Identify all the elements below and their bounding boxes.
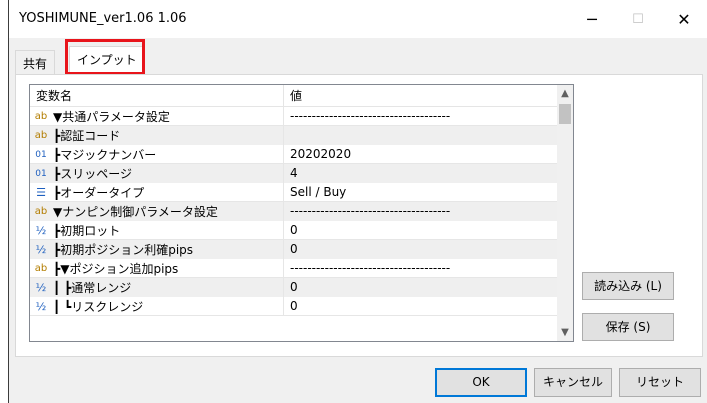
variable-name: ▼ナンピン制御パラメータ設定 [53,204,218,219]
double-type-icon: ½ [35,280,47,294]
title-bar: YOSHIMUNE_ver1.06 1.06 ─ ☐ ✕ [9,0,707,38]
row-value-cell[interactable]: 4 [284,164,558,183]
row-name-cell: ab ┣認証コード [30,126,284,145]
row-value-cell[interactable]: ------------------------------------- [284,107,558,126]
maximize-icon: ☐ [632,11,644,27]
variable-name: ┣▼ポジション追加pips [53,261,179,276]
variable-name: ┣初期ロット [53,223,121,238]
tab-shared[interactable]: 共有 [15,50,56,74]
minimize-icon: ─ [587,9,597,29]
input-tab-panel: 変数名 値 ab ▼共通パラメータ設定 ----------------------… [15,74,703,357]
integer-type-icon: 01 [35,168,47,179]
close-icon: ✕ [677,9,691,29]
row-name-cell: ½ ┃ ┗リスクレンジ [30,297,284,316]
variable-name: ▼共通パラメータ設定 [53,109,170,124]
table-row[interactable]: ab ┣認証コード [30,126,558,145]
row-name-cell: ☰ ┣オーダータイプ [30,183,284,202]
tab-input[interactable]: インプット [69,46,145,74]
row-value-cell[interactable]: ------------------------------------- [284,259,558,278]
column-header-name[interactable]: 変数名 [30,85,284,107]
scroll-up-icon[interactable]: ▲ [557,85,573,102]
integer-type-icon: 01 [35,149,47,160]
table-row[interactable]: ab ▼共通パラメータ設定 ----------------------------… [30,107,558,126]
column-header-value[interactable]: 値 [284,85,558,107]
dialog-window: YOSHIMUNE_ver1.06 1.06 ─ ☐ ✕ 共有 インプット 変数… [8,0,707,403]
text-type-icon: ab [34,110,48,122]
grid-rows: ab ▼共通パラメータ設定 ----------------------------… [30,107,558,316]
row-value-cell[interactable] [284,126,558,145]
row-name-cell: ½ ┣初期ロット [30,221,284,240]
parameter-grid: 変数名 値 ab ▼共通パラメータ設定 ----------------------… [29,84,574,342]
variable-name: ┣スリッページ [53,166,132,181]
grid-header: 変数名 値 [30,85,558,107]
table-row[interactable]: 01 ┣スリッページ 4 [30,164,558,183]
reset-button[interactable]: リセット [619,368,701,397]
row-name-cell: ab ▼共通パラメータ設定 [30,107,284,126]
double-type-icon: ½ [35,242,47,256]
row-value-cell[interactable]: 0 [284,278,558,297]
row-value-cell[interactable]: 0 [284,297,558,316]
minimize-button[interactable]: ─ [569,0,615,38]
row-value-cell[interactable]: 0 [284,221,558,240]
double-type-icon: ½ [35,223,47,237]
save-button[interactable]: 保存 (S) [582,313,674,341]
text-type-icon: ab [34,205,48,217]
row-value-cell[interactable]: 0 [284,240,558,259]
window-title: YOSHIMUNE_ver1.06 1.06 [19,11,187,26]
variable-name: ┃ ┣通常レンジ [53,280,132,295]
scroll-down-icon[interactable]: ▼ [557,324,573,341]
scrollbar-thumb[interactable] [559,104,571,124]
variable-name: ┣マジックナンバー [53,147,157,162]
load-button[interactable]: 読み込み (L) [582,272,674,300]
double-type-icon: ½ [35,299,47,313]
vertical-scrollbar[interactable]: ▲ ▼ [557,85,573,341]
enum-type-icon: ☰ [36,185,46,199]
table-row[interactable]: 01 ┣マジックナンバー 20202020 [30,145,558,164]
table-row[interactable]: ½ ┃ ┗リスクレンジ 0 [30,297,558,316]
row-value-cell[interactable]: 20202020 [284,145,558,164]
close-button[interactable]: ✕ [661,0,707,38]
table-row[interactable]: ½ ┃ ┣通常レンジ 0 [30,278,558,297]
table-row[interactable]: ½ ┣初期ロット 0 [30,221,558,240]
table-row[interactable]: ab ┣▼ポジション追加pips -------------------------… [30,259,558,278]
variable-name: ┃ ┗リスクレンジ [53,299,144,314]
row-name-cell: ½ ┣初期ポジション利確pips [30,240,284,259]
row-name-cell: ½ ┃ ┣通常レンジ [30,278,284,297]
maximize-button: ☐ [615,0,661,38]
row-name-cell: 01 ┣マジックナンバー [30,145,284,164]
row-name-cell: ab ┣▼ポジション追加pips [30,259,284,278]
row-value-cell[interactable]: Sell / Buy [284,183,558,202]
table-row[interactable]: ½ ┣初期ポジション利確pips 0 [30,240,558,259]
variable-name: ┣オーダータイプ [53,185,145,200]
row-value-cell[interactable]: ------------------------------------- [284,202,558,221]
variable-name: ┣初期ポジション利確pips [53,242,194,257]
table-row[interactable]: ☰ ┣オーダータイプ Sell / Buy [30,183,558,202]
cancel-button[interactable]: キャンセル [534,368,612,397]
row-name-cell: 01 ┣スリッページ [30,164,284,183]
text-type-icon: ab [34,129,48,141]
text-type-icon: ab [34,262,48,274]
variable-name: ┣認証コード [53,128,121,143]
row-name-cell: ab ▼ナンピン制御パラメータ設定 [30,202,284,221]
ok-button[interactable]: OK [435,368,527,397]
table-row[interactable]: ab ▼ナンピン制御パラメータ設定 ------------------------… [30,202,558,221]
